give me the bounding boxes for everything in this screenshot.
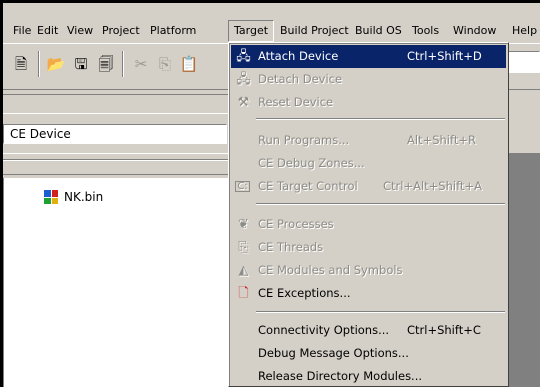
target-control-icon: C: [235,181,250,192]
menu-item-detach-device[interactable]: 🖧 Detach Device [231,68,506,91]
menu-item-label: CE Processes [258,217,334,231]
paste-icon[interactable]: 📋 [178,53,200,75]
menu-item-label: Debug Message Options... [258,346,409,360]
find-input[interactable] [507,51,540,73]
menu-help[interactable]: Help [508,22,540,40]
menu-item-reset-device[interactable]: ⚒ Reset Device [231,91,506,114]
menu-item-shortcut: Ctrl+Shift+C [407,323,481,337]
menu-item-target-control[interactable]: C: CE Target Control Ctrl+Alt+Shift+A [231,175,506,198]
menu-item-connectivity-options[interactable]: Connectivity Options... Ctrl+Shift+C [231,319,506,342]
menu-build-project[interactable]: Build Project [276,22,353,40]
menu-item-processes[interactable]: ❦ CE Processes [231,213,506,236]
exceptions-icon: 🗋 [238,286,249,301]
menu-separator [256,311,505,313]
menu-item-label: CE Target Control [258,179,358,193]
menu-tools[interactable]: Tools [408,22,443,40]
menu-separator [256,118,505,120]
menu-platform[interactable]: Platform [146,22,200,40]
threads-icon: ⎘ [238,240,249,255]
device-combo-box[interactable]: CE Device [3,124,227,144]
menu-item-label: CE Threads [258,240,324,254]
modules-icon: ◭ [238,263,249,278]
toolbar-separator [38,51,40,77]
menu-build-os[interactable]: Build OS [351,22,406,40]
menu-item-label: CE Modules and Symbols [258,263,403,277]
menu-item-shortcut: Alt+Shift+R [407,133,476,147]
menu-item-label: CE Exceptions... [258,286,351,300]
menu-item-attach-device[interactable]: 🖧 Attach Device Ctrl+Shift+D [231,45,506,68]
menu-target[interactable]: Target [228,20,275,42]
menu-item-label: Release Directory Modules... [258,369,423,383]
menu-item-shortcut: Ctrl+Shift+D [407,49,482,63]
copy-icon[interactable]: ⎘ [154,53,176,75]
menu-file[interactable]: File [9,22,35,40]
cut-icon[interactable]: ✂ [130,53,152,75]
menu-item-modules-symbols[interactable]: ◭ CE Modules and Symbols [231,259,506,282]
menu-bar: File Edit View Project Platform Target B… [3,3,540,43]
menu-item-label: CE Debug Zones... [258,156,365,170]
menu-item-label: Reset Device [258,95,334,109]
target-menu: 🖧 Attach Device Ctrl+Shift+D 🖧 Detach De… [228,42,509,387]
menu-edit[interactable]: Edit [33,22,62,40]
tree-item-label: NK.bin [64,190,104,204]
attach-device-icon: 🖧 [236,49,251,64]
toolbar-separator [122,51,124,77]
menu-view[interactable]: View [63,22,97,40]
menu-item-label: Attach Device [258,49,339,63]
detach-device-icon: 🖧 [236,72,251,87]
workspace-tree: NK.bin [3,178,228,387]
menu-item-debug-message-options[interactable]: Debug Message Options... [231,342,506,365]
tree-item-nk-bin[interactable]: NK.bin [44,189,103,205]
save-icon[interactable]: 🖫 [70,53,92,75]
open-folder-icon[interactable]: 📂 [45,53,67,75]
menu-separator [256,203,505,205]
ide-window: File Edit View Project Platform Target B… [3,3,540,387]
menu-item-threads[interactable]: ⎘ CE Threads [231,236,506,259]
binary-image-icon [44,190,58,204]
workspace-header [3,153,228,175]
menu-project[interactable]: Project [98,22,144,40]
menu-item-label: Connectivity Options... [258,323,390,337]
header-divider [3,159,228,161]
menu-item-release-directory-modules[interactable]: Release Directory Modules... [231,365,506,387]
menu-item-label: Run Programs... [258,133,350,147]
processes-icon: ❦ [238,217,249,232]
menu-item-exceptions[interactable]: 🗋 CE Exceptions... [231,282,506,305]
menu-item-debug-zones[interactable]: CE Debug Zones... [231,152,506,175]
menu-window[interactable]: Window [449,22,500,40]
menu-item-run-programs[interactable]: Run Programs... Alt+Shift+R [231,129,506,152]
menu-item-label: Detach Device [258,72,343,86]
empty-toolbar-band [3,94,228,114]
menu-item-shortcut: Ctrl+Alt+Shift+A [383,179,482,193]
new-file-icon[interactable]: 🗎 [10,53,32,75]
reset-device-icon: ⚒ [237,95,250,110]
save-all-icon[interactable]: 🗐 [95,53,117,75]
